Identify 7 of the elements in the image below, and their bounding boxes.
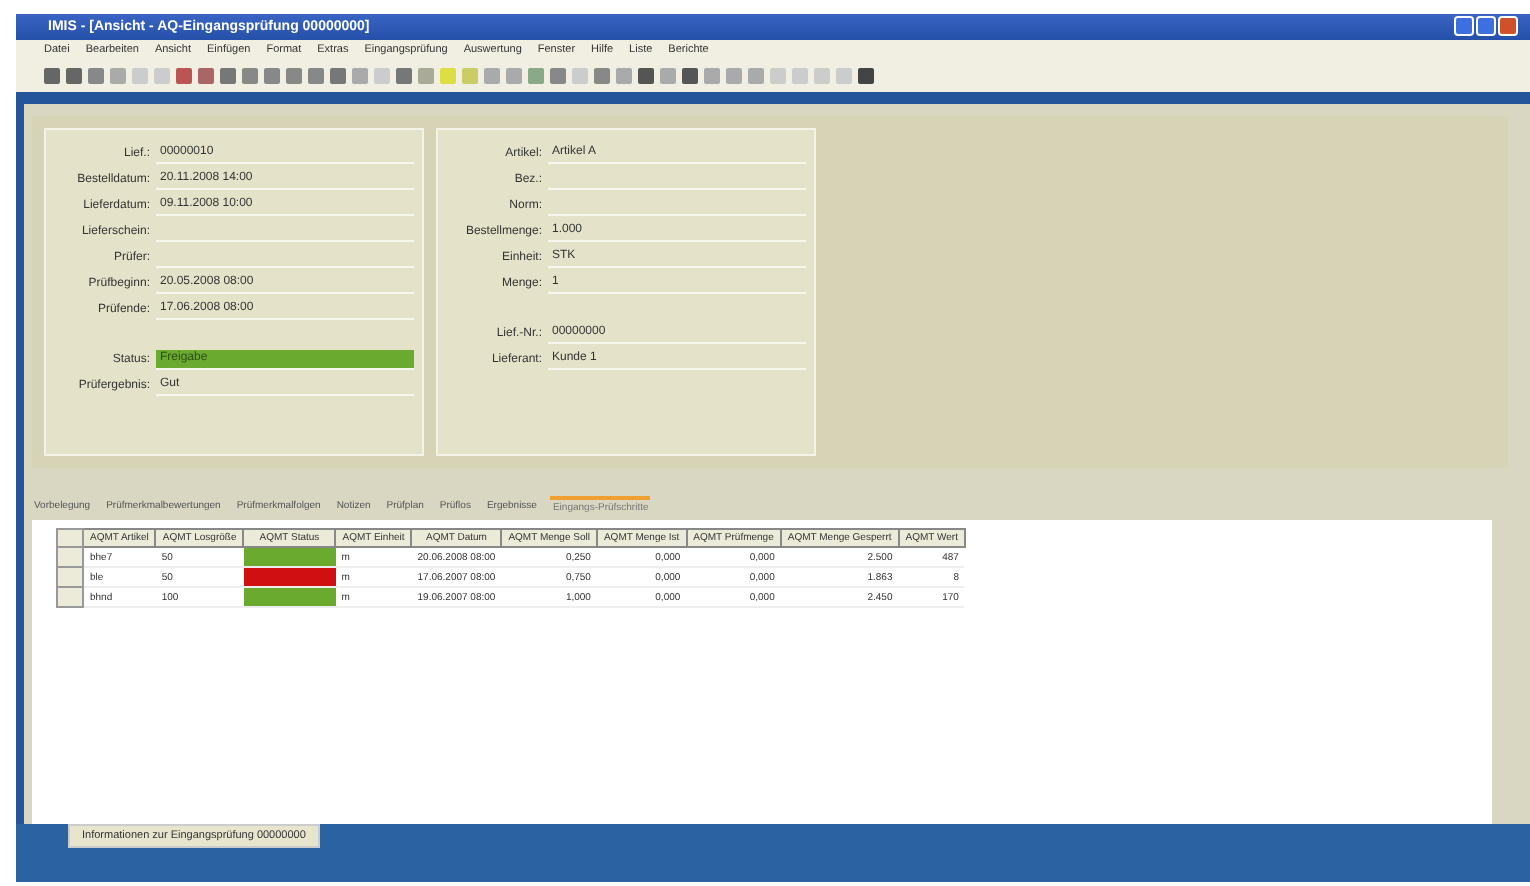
close-button[interactable] <box>1498 16 1518 36</box>
minimize-button[interactable] <box>1454 16 1474 36</box>
corner-cell[interactable] <box>57 529 83 547</box>
maximize-button[interactable] <box>1476 16 1496 36</box>
row-selector[interactable] <box>57 567 83 587</box>
row-selector[interactable] <box>57 587 83 607</box>
row-selector[interactable] <box>57 547 83 567</box>
